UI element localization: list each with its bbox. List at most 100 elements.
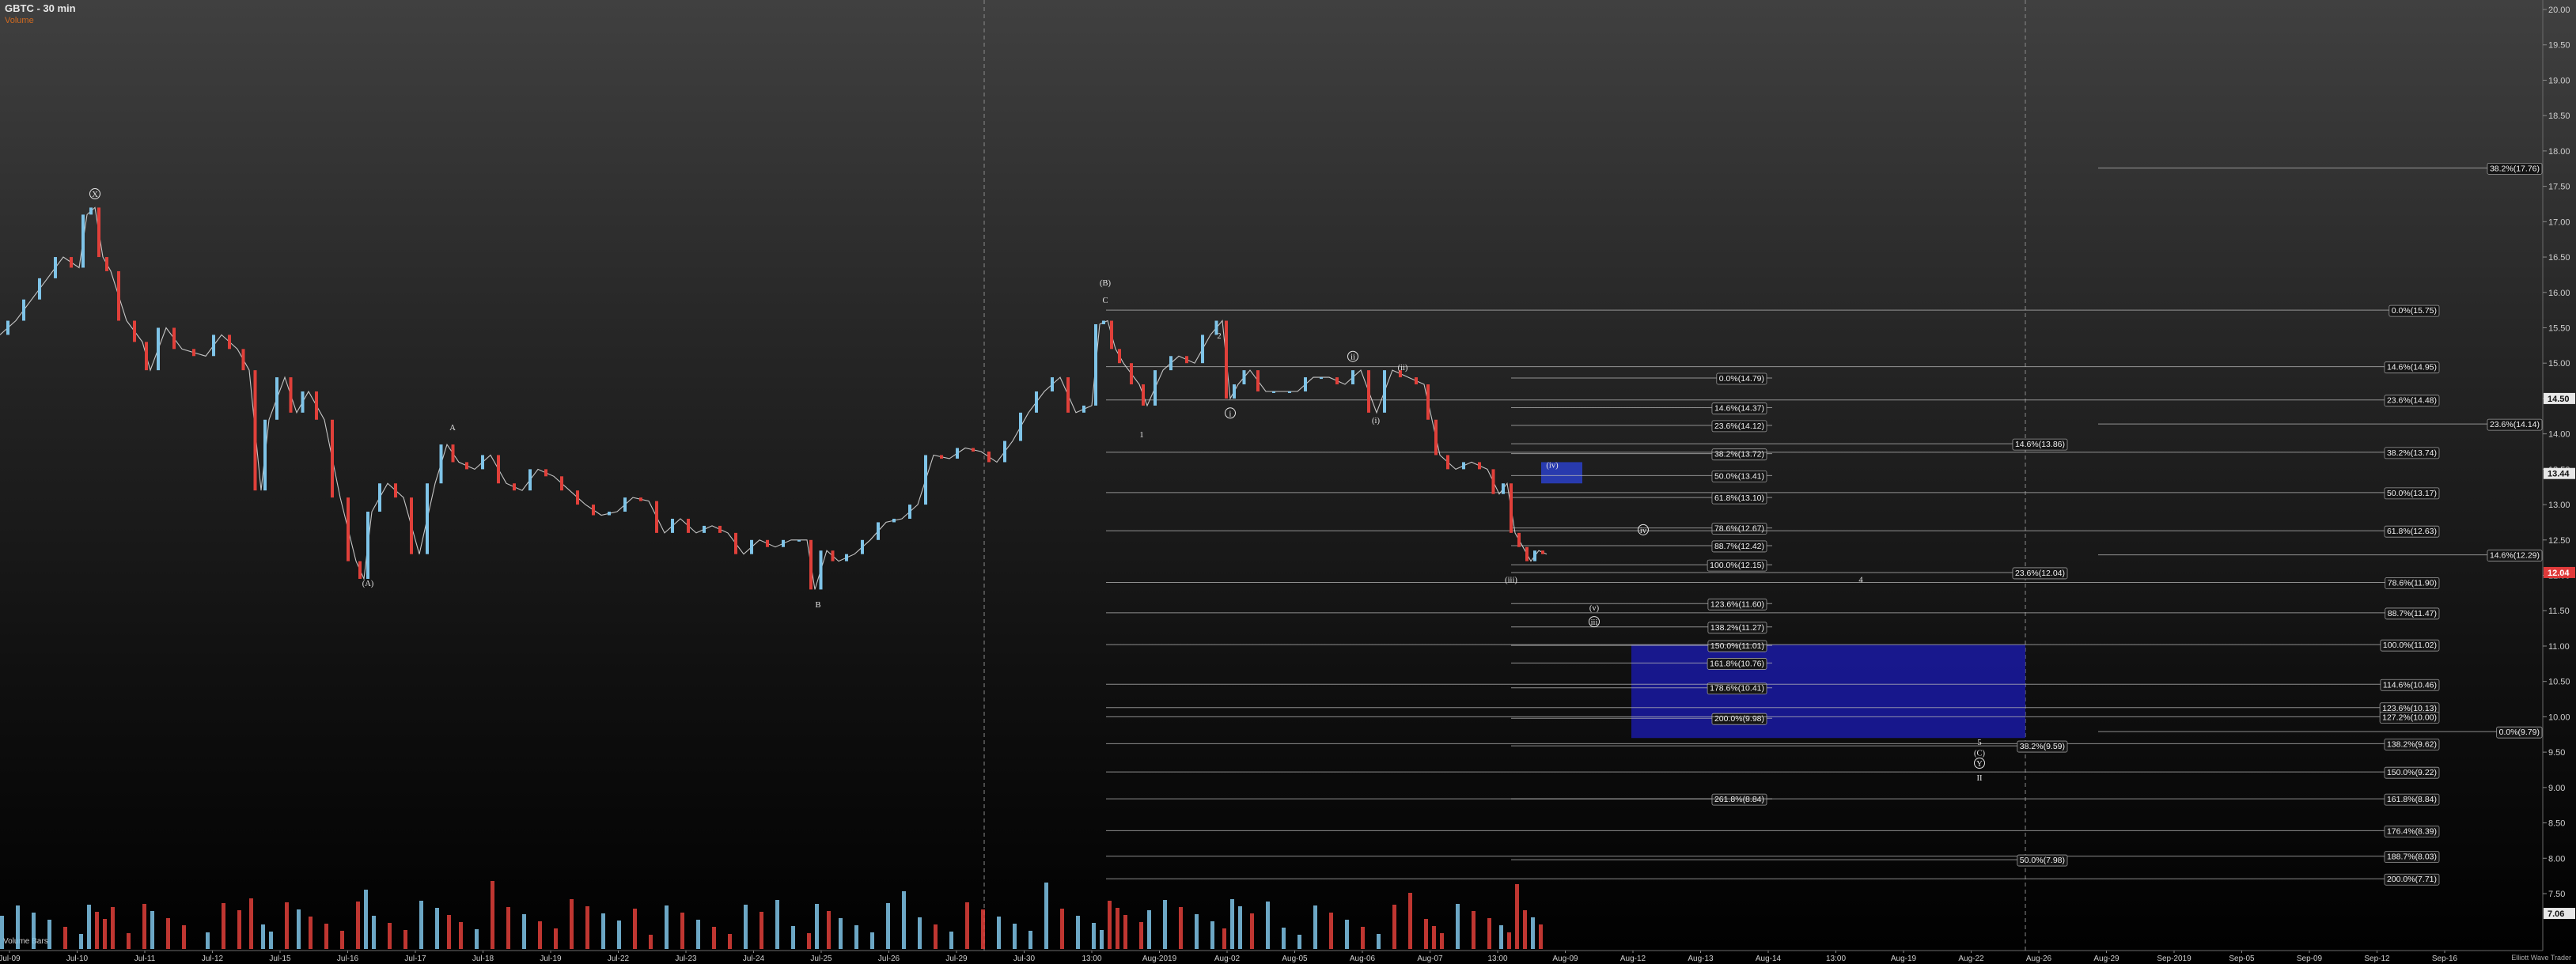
volume-bar [1100,930,1104,949]
volume-bar [1013,924,1017,949]
volume-bar [902,891,906,949]
wave-label: 2 [1217,332,1221,341]
fib-label: 14.6%(14.95) [2387,363,2437,372]
candle [331,419,334,498]
candle [1517,532,1521,547]
candle [1288,391,1291,393]
volume-bar [1329,913,1333,949]
x-tick-label: Jul-09 [0,955,21,963]
candle [253,370,257,491]
y-tick-label: 16.00 [2548,289,2570,298]
x-tick-label: Jul-16 [337,955,359,963]
y-tick-label: 12.50 [2548,536,2570,546]
wave-label: II [1977,774,1983,783]
candle [831,550,835,561]
volume-bar [633,909,637,949]
candle [1426,384,1430,420]
x-tick-label: Aug-12 [1620,955,1646,963]
candle [1415,377,1418,385]
y-tick-label: 11.50 [2548,607,2570,616]
candle [1154,370,1157,406]
x-tick-label: Sep-16 [2432,955,2458,963]
fib-label: 14.6%(13.86) [2015,440,2065,449]
volume-bar [1345,920,1349,949]
volume-bar [419,901,423,949]
volume-bar [63,927,67,949]
price-chart[interactable]: 7.50 8.00 8.50 9.00 9.50 10.00 10.50 11.00 11.50… [0,0,2576,964]
volume-bar [827,911,831,949]
wave-label: 1 [1139,431,1143,440]
fib-label: 100.0%(12.15) [1710,561,1764,570]
volume-bar [1523,910,1527,949]
volume-bar [1499,925,1503,949]
candle [809,539,813,590]
volume-bar [32,913,36,949]
volume-bar [1147,910,1151,949]
y-tick-label: 17.00 [2548,217,2570,227]
volume-bar [1266,902,1270,949]
x-tick-label: Jul-10 [66,955,89,963]
volume-bar [815,904,819,949]
candle [228,335,231,350]
volume-bar [1424,919,1428,949]
candle [655,501,658,533]
volume-bar [1238,906,1242,949]
wave-label: B [815,601,820,610]
candle [861,539,864,554]
volume-bar [297,909,301,949]
candle [1169,356,1172,371]
y-tick-label: 7.50 [2548,890,2565,899]
candle [366,512,369,579]
volume-bar [309,917,313,949]
fib-label: 38.2%(17.76) [2490,164,2540,173]
x-tick-label: Jul-25 [810,955,832,963]
candle [145,342,148,371]
y-tick-label: 10.50 [2548,678,2570,687]
candle [1225,320,1228,399]
volume-bar [1076,916,1080,949]
volume-bar [854,925,858,949]
volume-bar [1250,913,1254,949]
candle [347,497,350,561]
candle [133,320,136,342]
volume-bar [340,931,344,949]
x-tick-label: Sep-2019 [2157,955,2191,963]
candle [718,525,722,533]
x-tick-label: Aug-07 [1417,955,1443,963]
fib-label: 0.0%(9.79) [2499,728,2540,737]
candle [1035,391,1038,413]
candle [1201,335,1204,364]
fib-label: 150.0%(11.01) [1710,641,1764,651]
x-tick-label: Jul-24 [743,955,765,963]
candle [1003,440,1006,463]
volume-bar [522,914,526,949]
candle [1094,324,1097,406]
x-tick-label: Aug-26 [2026,955,2052,963]
candle [1242,370,1246,385]
candle [38,278,41,300]
fib-label: 0.0%(15.75) [2392,306,2437,316]
volume-bar [1515,884,1519,949]
volume-bar [538,921,542,949]
fib-label: 14.6%(14.37) [1714,404,1764,414]
volume-bar [269,932,273,949]
fib-label: 50.0%(13.41) [1714,471,1764,481]
volume-bar [1116,908,1119,949]
candle [315,391,318,420]
candle [426,483,429,554]
volume-bar [249,898,253,949]
volume-bar [1361,927,1365,949]
candle [1502,483,1505,494]
volume-bar [1210,921,1214,949]
volume-bar [665,905,669,949]
fib-label: 50.0%(13.17) [2387,489,2437,498]
candle [1434,419,1438,456]
candle [451,444,455,463]
fib-label: 123.6%(10.13) [2382,704,2437,713]
volume-bar [364,890,368,949]
fib-label: 50.0%(7.98) [2020,856,2065,865]
x-tick-label: Aug-2019 [1142,955,1177,963]
x-tick-label: Jul-18 [472,955,494,963]
y-tick-label: 15.50 [2548,323,2570,333]
x-tick-label: Aug-09 [1552,955,1578,963]
